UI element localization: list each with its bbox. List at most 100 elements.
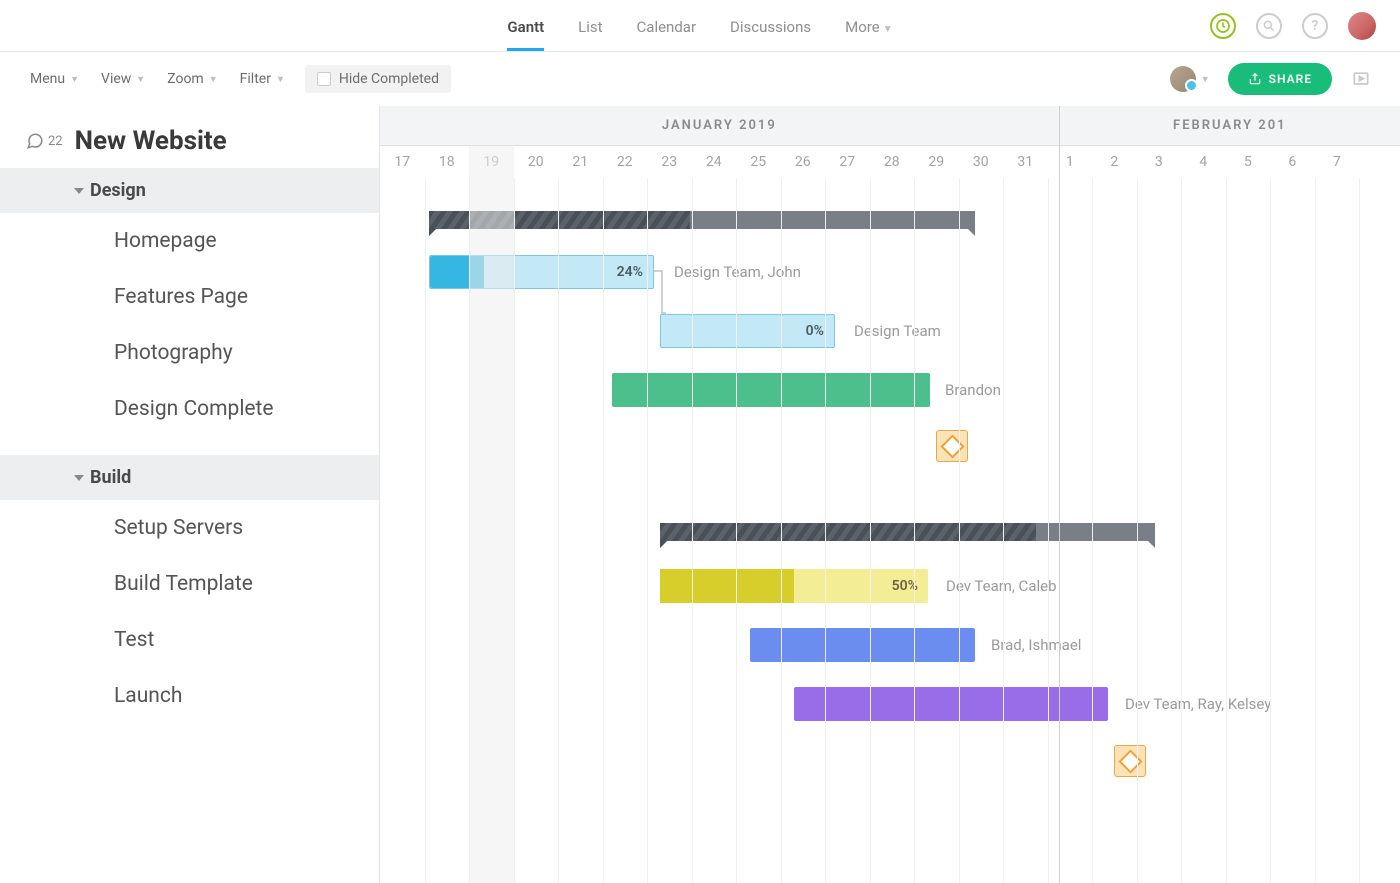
today-highlight xyxy=(469,146,514,883)
grid-line xyxy=(1315,178,1316,883)
grid-line xyxy=(692,178,693,883)
assignee-label: Dev Team, Caleb xyxy=(946,577,1057,595)
user-avatar[interactable] xyxy=(1348,12,1376,40)
day-label: 7 xyxy=(1315,146,1360,178)
tab-more[interactable]: More▼ xyxy=(845,2,892,50)
grid-line xyxy=(1270,178,1271,883)
assignee-label: Brandon xyxy=(945,381,1001,399)
grid-line xyxy=(914,178,915,883)
gantt-chart[interactable]: JANUARY 2019 FEBRUARY 201 17181920212223… xyxy=(380,106,1400,883)
menu-dropdown[interactable]: Menu▼ xyxy=(28,65,81,93)
collapse-icon xyxy=(74,188,84,194)
day-header: 1718192021222324252627282930311234567 xyxy=(380,146,1400,178)
task-bar-setup[interactable]: 50% xyxy=(660,569,928,603)
day-label: 17 xyxy=(380,146,425,178)
day-label: 18 xyxy=(425,146,470,178)
checkbox-icon xyxy=(317,72,331,86)
diamond-icon xyxy=(940,434,964,458)
clock-icon[interactable] xyxy=(1210,13,1236,39)
assignee-label: Design Team, John xyxy=(674,263,801,281)
day-label: 31 xyxy=(1003,146,1048,178)
tab-list[interactable]: List xyxy=(578,2,602,50)
task-row[interactable]: Homepage xyxy=(0,213,379,269)
day-label: 24 xyxy=(692,146,737,178)
collapse-icon xyxy=(74,475,84,481)
milestone-design-complete[interactable] xyxy=(936,430,968,462)
grid-line xyxy=(425,178,426,883)
assignee-label: Dev Team, Ray, Kelsey xyxy=(1125,695,1271,713)
share-button[interactable]: SHARE xyxy=(1228,63,1332,95)
day-label: 2 xyxy=(1092,146,1137,178)
present-icon[interactable] xyxy=(1350,68,1372,90)
tab-discussions[interactable]: Discussions xyxy=(730,2,811,50)
task-row[interactable]: Design Complete xyxy=(0,381,379,437)
grid-line xyxy=(647,178,648,883)
grid-line xyxy=(825,178,826,883)
day-label: 27 xyxy=(825,146,870,178)
day-label: 4 xyxy=(1181,146,1226,178)
month-header: JANUARY 2019 FEBRUARY 201 xyxy=(380,106,1400,146)
task-row[interactable]: Launch xyxy=(0,668,379,724)
day-label: 22 xyxy=(603,146,648,178)
grid-line xyxy=(1181,178,1182,883)
grid-line xyxy=(959,178,960,883)
grid-line xyxy=(781,178,782,883)
comment-count: 22 xyxy=(48,134,63,149)
task-bar-photography[interactable] xyxy=(612,373,930,407)
assignee-label: Design Team xyxy=(854,322,941,340)
grid-line xyxy=(1092,178,1093,883)
toolbar: Menu▼ View▼ Zoom▼ Filter▼ Hide Completed… xyxy=(0,52,1400,106)
task-row[interactable]: Photography xyxy=(0,325,379,381)
tab-calendar[interactable]: Calendar xyxy=(637,2,697,50)
milestone-launch[interactable] xyxy=(1114,745,1146,777)
task-list-panel: 22 New Website Design Homepage Features … xyxy=(0,106,380,883)
task-bar-test[interactable] xyxy=(794,687,1108,721)
grid-line xyxy=(1359,178,1360,883)
top-navigation: Gantt List Calendar Discussions More▼ ? xyxy=(0,0,1400,52)
comments-button[interactable]: 22 xyxy=(26,132,63,150)
day-label: 1 xyxy=(1048,146,1093,178)
grid-line xyxy=(1137,178,1138,883)
task-bar-homepage[interactable]: 24% xyxy=(429,255,654,289)
tab-gantt[interactable]: Gantt xyxy=(507,2,544,50)
assignee-picker[interactable]: ▼ xyxy=(1170,66,1210,92)
task-bar-template[interactable] xyxy=(750,628,975,662)
assignee-avatar-icon xyxy=(1170,66,1196,92)
grid-line xyxy=(603,178,604,883)
month-label: JANUARY 2019 xyxy=(380,106,1059,145)
grid-line xyxy=(1048,178,1049,883)
search-icon[interactable] xyxy=(1256,13,1282,39)
share-label: SHARE xyxy=(1269,72,1312,86)
help-icon[interactable]: ? xyxy=(1302,13,1328,39)
view-dropdown[interactable]: View▼ xyxy=(99,65,147,93)
month-divider xyxy=(1059,106,1060,883)
day-label: 21 xyxy=(558,146,603,178)
task-bar-features[interactable]: 0% xyxy=(660,314,835,348)
progress-label: 0% xyxy=(806,323,824,339)
filter-dropdown[interactable]: Filter▼ xyxy=(238,65,287,93)
month-label: FEBRUARY 201 xyxy=(1060,106,1400,145)
grid-line xyxy=(870,178,871,883)
hide-completed-toggle[interactable]: Hide Completed xyxy=(305,65,451,93)
day-label: 23 xyxy=(647,146,692,178)
day-label: 6 xyxy=(1270,146,1315,178)
group-header-design[interactable]: Design xyxy=(0,168,379,213)
zoom-dropdown[interactable]: Zoom▼ xyxy=(165,65,219,93)
task-row[interactable]: Features Page xyxy=(0,269,379,325)
task-row[interactable]: Build Template xyxy=(0,556,379,612)
grid-line xyxy=(514,178,515,883)
day-label: 29 xyxy=(914,146,959,178)
task-row[interactable]: Test xyxy=(0,612,379,668)
dependency-line xyxy=(654,271,666,316)
progress-label: 24% xyxy=(617,264,643,280)
summary-bar-build[interactable] xyxy=(660,523,1155,541)
project-title[interactable]: New Website xyxy=(75,126,227,156)
diamond-icon xyxy=(1118,749,1142,773)
task-row[interactable]: Setup Servers xyxy=(0,500,379,556)
day-label: 25 xyxy=(736,146,781,178)
gantt-body[interactable]: 24% Design Team, John 0% Design Team Bra… xyxy=(380,178,1400,883)
assignee-label: Brad, Ishmael xyxy=(991,636,1081,654)
day-label: 20 xyxy=(514,146,559,178)
hide-completed-label: Hide Completed xyxy=(339,71,439,87)
group-header-build[interactable]: Build xyxy=(0,455,379,500)
